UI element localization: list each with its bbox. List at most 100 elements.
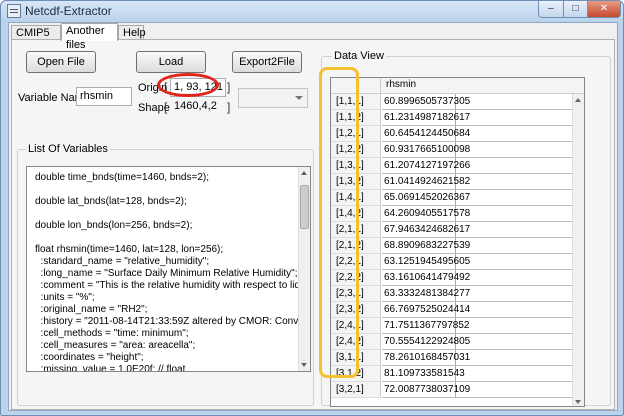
- title-bar[interactable]: Netcdf-Extractor: [1, 1, 623, 21]
- variable-line: :cell_methods = "time: minimum";: [35, 328, 189, 339]
- table-row[interactable]: [2,3,2] 66.7697525024414: [331, 302, 574, 318]
- table-row[interactable]: [1,3,1] 61.2074127197266: [331, 158, 574, 174]
- tab-panel: Open File Load Export2File Variable Name…: [11, 39, 615, 410]
- rhsmin-cell[interactable]: 68.8909683227539: [382, 238, 470, 254]
- rhsmin-cell[interactable]: 66.7697525024414: [382, 302, 470, 318]
- row-index-header[interactable]: [3,2,1]: [331, 382, 381, 398]
- rhsmin-cell[interactable]: 78.2610168457031: [382, 350, 470, 366]
- grid-header: rhsmin: [331, 78, 584, 94]
- variable-dropdown[interactable]: [238, 88, 308, 108]
- variable-line: [27, 232, 310, 244]
- empty-cell: [456, 126, 574, 142]
- variables-textarea[interactable]: double time_bnds(time=1460, bnds=2); doub…: [26, 166, 311, 372]
- table-row[interactable]: [3,2,1] 72.0087738037109: [331, 382, 574, 398]
- maximize-button[interactable]: □: [563, 1, 588, 18]
- rhsmin-cell[interactable]: 72.0087738037109: [382, 382, 470, 398]
- variable-line: :missing_value = 1.0E20f; // float: [35, 364, 186, 372]
- shape-input[interactable]: 1460,4,2: [170, 97, 220, 116]
- empty-cell: [456, 158, 574, 174]
- tab-help[interactable]: Help: [118, 25, 146, 40]
- scroll-down-icon[interactable]: [301, 363, 307, 367]
- close-button[interactable]: ✕: [587, 1, 621, 18]
- grid-scrollbar[interactable]: [572, 94, 584, 406]
- table-row[interactable]: [1,1,2] 61.2314987182617: [331, 110, 574, 126]
- variable-line: :cell_measures = "area: areacella";: [35, 340, 196, 351]
- empty-cell: [456, 334, 574, 350]
- variable-line: :comment = "This is the relative humidit…: [35, 280, 311, 291]
- variable-line: [27, 208, 310, 220]
- data-view-title: Data View: [332, 50, 386, 62]
- window-title: Netcdf-Extractor: [25, 4, 112, 18]
- scroll-up-icon[interactable]: [575, 98, 581, 102]
- rhsmin-cell[interactable]: 64.2609405517578: [382, 206, 470, 222]
- variable-line: :long_name = "Surface Daily Minimum Rela…: [35, 268, 298, 279]
- rhsmin-cell[interactable]: 60.6454124450684: [382, 126, 470, 142]
- load-button[interactable]: Load: [136, 51, 206, 73]
- empty-cell: [456, 142, 574, 158]
- empty-cell: [456, 174, 574, 190]
- client-area: CMIP5 File Another files Help Open File …: [8, 22, 618, 411]
- empty-cell: [456, 318, 574, 334]
- table-row[interactable]: [2,3,1] 63.3332481384277: [331, 286, 574, 302]
- shape-bracket-open: [: [164, 100, 168, 114]
- tab-another-files[interactable]: Another files: [61, 23, 118, 51]
- tab-cmip5-file[interactable]: CMIP5 File: [11, 25, 61, 53]
- open-file-button[interactable]: Open File: [26, 51, 96, 73]
- scroll-thumb[interactable]: [300, 185, 309, 229]
- empty-cell: [456, 270, 574, 286]
- variable-line: :history = "2011-08-14T21:33:59Z altered…: [35, 316, 311, 327]
- data-view-group: Data View rhsmin [1,1,1] 60.8996505737305…: [321, 50, 611, 407]
- rhsmin-cell[interactable]: 70.5554122924805: [382, 334, 470, 350]
- variables-scrollbar[interactable]: [298, 167, 310, 371]
- column-header-rhsmin[interactable]: rhsmin: [382, 79, 416, 90]
- empty-cell: [456, 254, 574, 270]
- minimize-button[interactable]: –: [538, 1, 564, 18]
- shape-highlight-circle: [157, 73, 219, 97]
- table-row[interactable]: [1,2,1] 60.6454124450684: [331, 126, 574, 142]
- empty-cell: [456, 366, 574, 382]
- table-row[interactable]: [1,1,1] 60.8996505737305: [331, 94, 574, 110]
- variable-name-input[interactable]: rhsmin: [76, 87, 132, 106]
- scroll-up-icon[interactable]: [301, 171, 307, 175]
- variable-line: float rhsmin(time=1460, lat=128, lon=256…: [35, 244, 224, 255]
- rhsmin-cell[interactable]: 65.0691452026367: [382, 190, 470, 206]
- data-grid[interactable]: rhsmin [1,1,1] 60.8996505737305 [1,1,2] 61.…: [330, 77, 585, 407]
- rhsmin-cell[interactable]: 63.1610641479492: [382, 270, 470, 286]
- variable-line: double lon_bnds(lon=256, bnds=2);: [35, 220, 193, 231]
- table-row[interactable]: [2,1,2] 68.8909683227539: [331, 238, 574, 254]
- index-highlight-box: [319, 67, 359, 378]
- list-of-variables-title: List Of Variables: [26, 143, 110, 155]
- shape-bracket-close: ]: [227, 100, 231, 114]
- rhsmin-cell[interactable]: 61.0414924621582: [382, 174, 470, 190]
- table-row[interactable]: [1,4,1] 65.0691452026367: [331, 190, 574, 206]
- export2file-button[interactable]: Export2File: [232, 51, 302, 73]
- rhsmin-cell[interactable]: 61.2314987182617: [382, 110, 470, 126]
- empty-cell: [456, 302, 574, 318]
- table-row[interactable]: [2,4,1] 71.7511367797852: [331, 318, 574, 334]
- rhsmin-cell[interactable]: 81.109733581543: [382, 366, 465, 382]
- rhsmin-cell[interactable]: 67.9463424682617: [382, 222, 470, 238]
- table-row[interactable]: [2,4,2] 70.5554122924805: [331, 334, 574, 350]
- table-row[interactable]: [3,1,2] 81.109733581543: [331, 366, 574, 382]
- table-row[interactable]: [2,2,2] 63.1610641479492: [331, 270, 574, 286]
- empty-cell: [456, 206, 574, 222]
- rhsmin-cell[interactable]: 63.3332481384277: [382, 286, 470, 302]
- app-window: Netcdf-Extractor – □ ✕ CMIP5 File Anothe…: [0, 0, 624, 416]
- empty-cell: [456, 238, 574, 254]
- table-row[interactable]: [2,2,1] 63.1251945495605: [331, 254, 574, 270]
- table-row[interactable]: [1,2,2] 60.9317665100098: [331, 142, 574, 158]
- rhsmin-cell[interactable]: 71.7511367797852: [382, 318, 469, 334]
- table-row[interactable]: [1,4,2] 64.2609405517578: [331, 206, 574, 222]
- list-of-variables-group: List Of Variables double time_bnds(time=…: [17, 143, 314, 406]
- rhsmin-cell[interactable]: 61.2074127197266: [382, 158, 470, 174]
- rhsmin-cell[interactable]: 63.1251945495605: [382, 254, 470, 270]
- table-row[interactable]: [2,1,1] 67.9463424682617: [331, 222, 574, 238]
- scroll-down-icon[interactable]: [575, 400, 581, 404]
- variable-line: double time_bnds(time=1460, bnds=2);: [35, 172, 210, 183]
- table-row[interactable]: [3,1,1] 78.2610168457031: [331, 350, 574, 366]
- rhsmin-cell[interactable]: 60.8996505737305: [382, 94, 470, 110]
- table-row[interactable]: [1,3,2] 61.0414924621582: [331, 174, 574, 190]
- rhsmin-cell[interactable]: 60.9317665100098: [382, 142, 470, 158]
- chevron-down-icon: [295, 96, 303, 100]
- variable-line: :original_name = "RH2";: [35, 304, 148, 315]
